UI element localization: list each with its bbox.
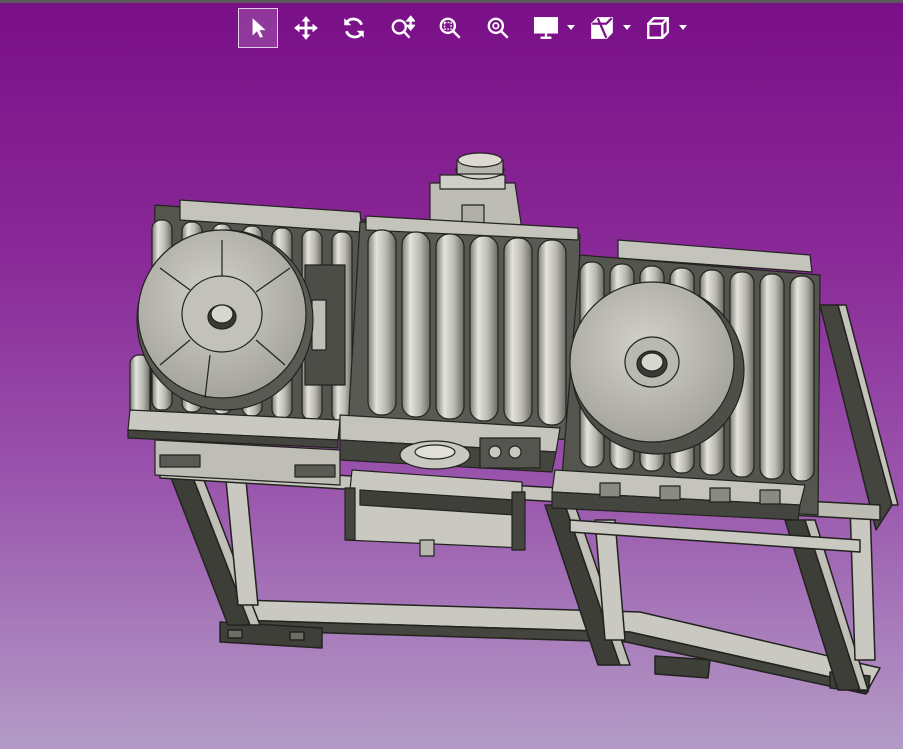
standard-view-dropdown[interactable] [638,8,688,48]
section-view-icon[interactable] [582,8,622,48]
right-conveyor [551,239,821,521]
standard-view-icon[interactable] [638,8,678,48]
display-mode-icon[interactable] [526,8,566,48]
zoom-window-icon[interactable] [430,8,470,48]
chevron-down-icon[interactable] [622,8,632,48]
viewer-toolbar [238,8,694,48]
select-icon[interactable] [238,8,278,48]
conveyor-model[interactable] [0,0,903,749]
section-view-dropdown[interactable] [582,8,632,48]
left-conveyor [127,199,366,486]
pan-icon[interactable] [286,8,326,48]
3d-viewport[interactable] [0,0,903,749]
display-mode-dropdown[interactable] [526,8,576,48]
rotate-icon[interactable] [334,8,374,48]
left-disc [136,229,314,411]
zoom-fit-icon[interactable] [478,8,518,48]
chevron-down-icon[interactable] [678,8,688,48]
zoom-icon[interactable] [382,8,422,48]
chevron-down-icon[interactable] [566,8,576,48]
